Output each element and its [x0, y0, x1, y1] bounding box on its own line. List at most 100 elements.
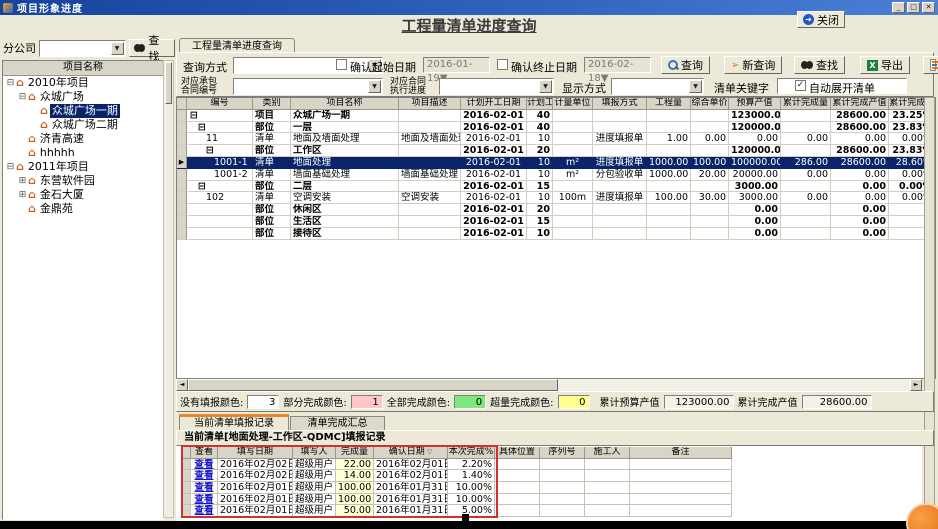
- cell-method[interactable]: 分包验收单: [593, 169, 647, 181]
- tree-item[interactable]: ⊟ ⌂ 众城广场: [3, 90, 163, 104]
- tree-item[interactable]: ⊟ ⌂ 2010年项目: [3, 76, 163, 90]
- cell-quantity[interactable]: [647, 204, 691, 216]
- row-selector[interactable]: [177, 122, 187, 134]
- row-selector[interactable]: [177, 181, 187, 193]
- cell-done-quantity[interactable]: [781, 204, 831, 216]
- branch-combo[interactable]: ▼: [39, 40, 126, 57]
- grid-row[interactable]: 部位 接待区 2016-02-01 10 0.00 0.00: [177, 228, 935, 240]
- cell-duration[interactable]: 10: [527, 228, 553, 240]
- tree-item-label[interactable]: hhhhh: [38, 146, 77, 160]
- cell-duration[interactable]: 20: [527, 145, 553, 157]
- grid-row[interactable]: 11 清单 地面及墙面处理 地面及墙面处理 2016-02-01 10 进度填报…: [177, 133, 935, 145]
- display-mode-combo[interactable]: ▼: [611, 78, 704, 95]
- grid-row[interactable]: ⊟ 部位 工作区 2016-02-01 20 120000.00 28600.0…: [177, 145, 935, 157]
- cell-confirm-date[interactable]: 2016年02月01日: [374, 459, 448, 471]
- row-selector[interactable]: [177, 204, 187, 216]
- cell-unit[interactable]: 100m: [553, 192, 593, 204]
- scroll-right-icon[interactable]: ►: [910, 379, 922, 391]
- col-header[interactable]: 累计完成产值: [831, 98, 889, 110]
- col-header[interactable]: 预算产值: [729, 98, 781, 110]
- cell-category[interactable]: 部位: [253, 122, 291, 134]
- cell-number[interactable]: ⊟: [187, 145, 253, 157]
- tree-item-label[interactable]: 金石大厦: [38, 188, 86, 202]
- cell-name[interactable]: 地面处理: [291, 157, 399, 169]
- cell-quantity[interactable]: 1000.00: [647, 169, 691, 181]
- cell-description[interactable]: [399, 145, 461, 157]
- cell-method[interactable]: [593, 228, 647, 240]
- col-header[interactable]: 项目名称: [291, 98, 399, 110]
- cell-category[interactable]: 部位: [253, 181, 291, 193]
- cell-number[interactable]: 1001-1: [187, 157, 253, 169]
- cell-category[interactable]: 清单: [253, 169, 291, 181]
- cell-start-date[interactable]: 2016-02-01: [461, 169, 527, 181]
- row-selector[interactable]: [177, 133, 187, 145]
- cell-quantity[interactable]: [647, 228, 691, 240]
- cell-name[interactable]: 二层: [291, 181, 399, 193]
- cell-name[interactable]: 一层: [291, 122, 399, 134]
- find-button[interactable]: 查找: [794, 56, 845, 74]
- cell-percent[interactable]: 2.20%: [448, 459, 495, 471]
- record-row[interactable]: 查看 2016年02月01日 超级用户 100.00 2016年01月31日 1…: [183, 482, 732, 494]
- cell-name[interactable]: 空调安装: [291, 192, 399, 204]
- grid-row[interactable]: 部位 生活区 2016-02-01 15 0.00 0.00: [177, 216, 935, 228]
- tree-item-label[interactable]: 2011年项目: [26, 160, 91, 174]
- tree-item-label[interactable]: 众城广场一期: [50, 104, 120, 118]
- cell-number[interactable]: ⊟: [187, 181, 253, 193]
- cell-fill-date[interactable]: 2016年02月02日: [218, 459, 293, 471]
- cell-confirm-date[interactable]: 2016年01月31日: [374, 482, 448, 494]
- cell-method[interactable]: 进度填报单: [593, 157, 647, 169]
- grid-row[interactable]: ⊟ 项目 众城广场一期 2016-02-01 40 123000.00 2860…: [177, 110, 935, 122]
- cell-number[interactable]: ⊟: [187, 110, 253, 122]
- cell-duration[interactable]: 15: [527, 216, 553, 228]
- col-header[interactable]: 具体位置: [495, 447, 540, 459]
- cell-quantity[interactable]: 100.00: [647, 192, 691, 204]
- cell-budget-value[interactable]: 3000.00: [729, 181, 781, 193]
- col-header[interactable]: 施工人: [585, 447, 630, 459]
- view-link[interactable]: 查看: [194, 482, 213, 493]
- cell-unit-price[interactable]: 100.00: [691, 157, 729, 169]
- tree-item[interactable]: ⊞ ⌂ 东营软件园: [3, 174, 163, 188]
- cell-note[interactable]: [630, 494, 732, 506]
- cell-quantity[interactable]: [647, 110, 691, 122]
- cell-description[interactable]: [399, 157, 461, 169]
- cell-budget-value[interactable]: 0.00: [729, 228, 781, 240]
- grid-row[interactable]: 部位 休闲区 2016-02-01 20 0.00 0.00: [177, 204, 935, 216]
- cell-done-quantity[interactable]: 286.00: [781, 157, 831, 169]
- cell-unit[interactable]: m²: [553, 157, 593, 169]
- cell-description[interactable]: 空调安装: [399, 192, 461, 204]
- tree-item-label[interactable]: 济青高速: [38, 132, 86, 146]
- cell-method[interactable]: [593, 110, 647, 122]
- cell-done-value[interactable]: 0.00: [831, 133, 889, 145]
- cell-start-date[interactable]: 2016-02-01: [461, 157, 527, 169]
- cell-number[interactable]: ⊟: [187, 122, 253, 134]
- cell-method[interactable]: 进度填报单: [593, 192, 647, 204]
- cell-done-value[interactable]: 0.00: [831, 169, 889, 181]
- cell-fill-user[interactable]: 超级用户: [293, 505, 336, 517]
- cell-method[interactable]: 进度填报单: [593, 133, 647, 145]
- col-header[interactable]: 项目描述: [399, 98, 461, 110]
- cell-unit[interactable]: [553, 122, 593, 134]
- cell-unit-price[interactable]: [691, 122, 729, 134]
- end-date-picker[interactable]: 2016-02-18▼: [584, 57, 651, 73]
- cell-start-date[interactable]: 2016-02-01: [461, 181, 527, 193]
- view-link[interactable]: 查看: [194, 505, 213, 516]
- row-selector[interactable]: [177, 169, 187, 181]
- record-row[interactable]: 查看 2016年02月02日 超级用户 22.00 2016年02月01日 2.…: [183, 459, 732, 471]
- horizontal-scrollbar[interactable]: ◄ ►: [176, 379, 922, 391]
- cell-unit-price[interactable]: [691, 145, 729, 157]
- query-button[interactable]: 查询: [661, 56, 710, 74]
- cell-complete-qty[interactable]: 14.00: [336, 470, 374, 482]
- cell-confirm-date[interactable]: 2016年01月31日: [374, 494, 448, 506]
- cell-unit[interactable]: [553, 181, 593, 193]
- cell-unit-price[interactable]: 0.00: [691, 133, 729, 145]
- cell-quantity[interactable]: [647, 122, 691, 134]
- tree-item-label[interactable]: 众城广场二期: [50, 118, 120, 132]
- cell-percent[interactable]: 5.00%: [448, 505, 495, 517]
- cell-worker[interactable]: [585, 470, 630, 482]
- cell-done-quantity[interactable]: [781, 110, 831, 122]
- cell-percent[interactable]: 10.00%: [448, 482, 495, 494]
- cell-done-quantity[interactable]: [781, 122, 831, 134]
- cell-confirm-date[interactable]: 2016年02月01日: [374, 470, 448, 482]
- cell-sequence[interactable]: [540, 470, 585, 482]
- view-link[interactable]: 查看: [194, 470, 213, 481]
